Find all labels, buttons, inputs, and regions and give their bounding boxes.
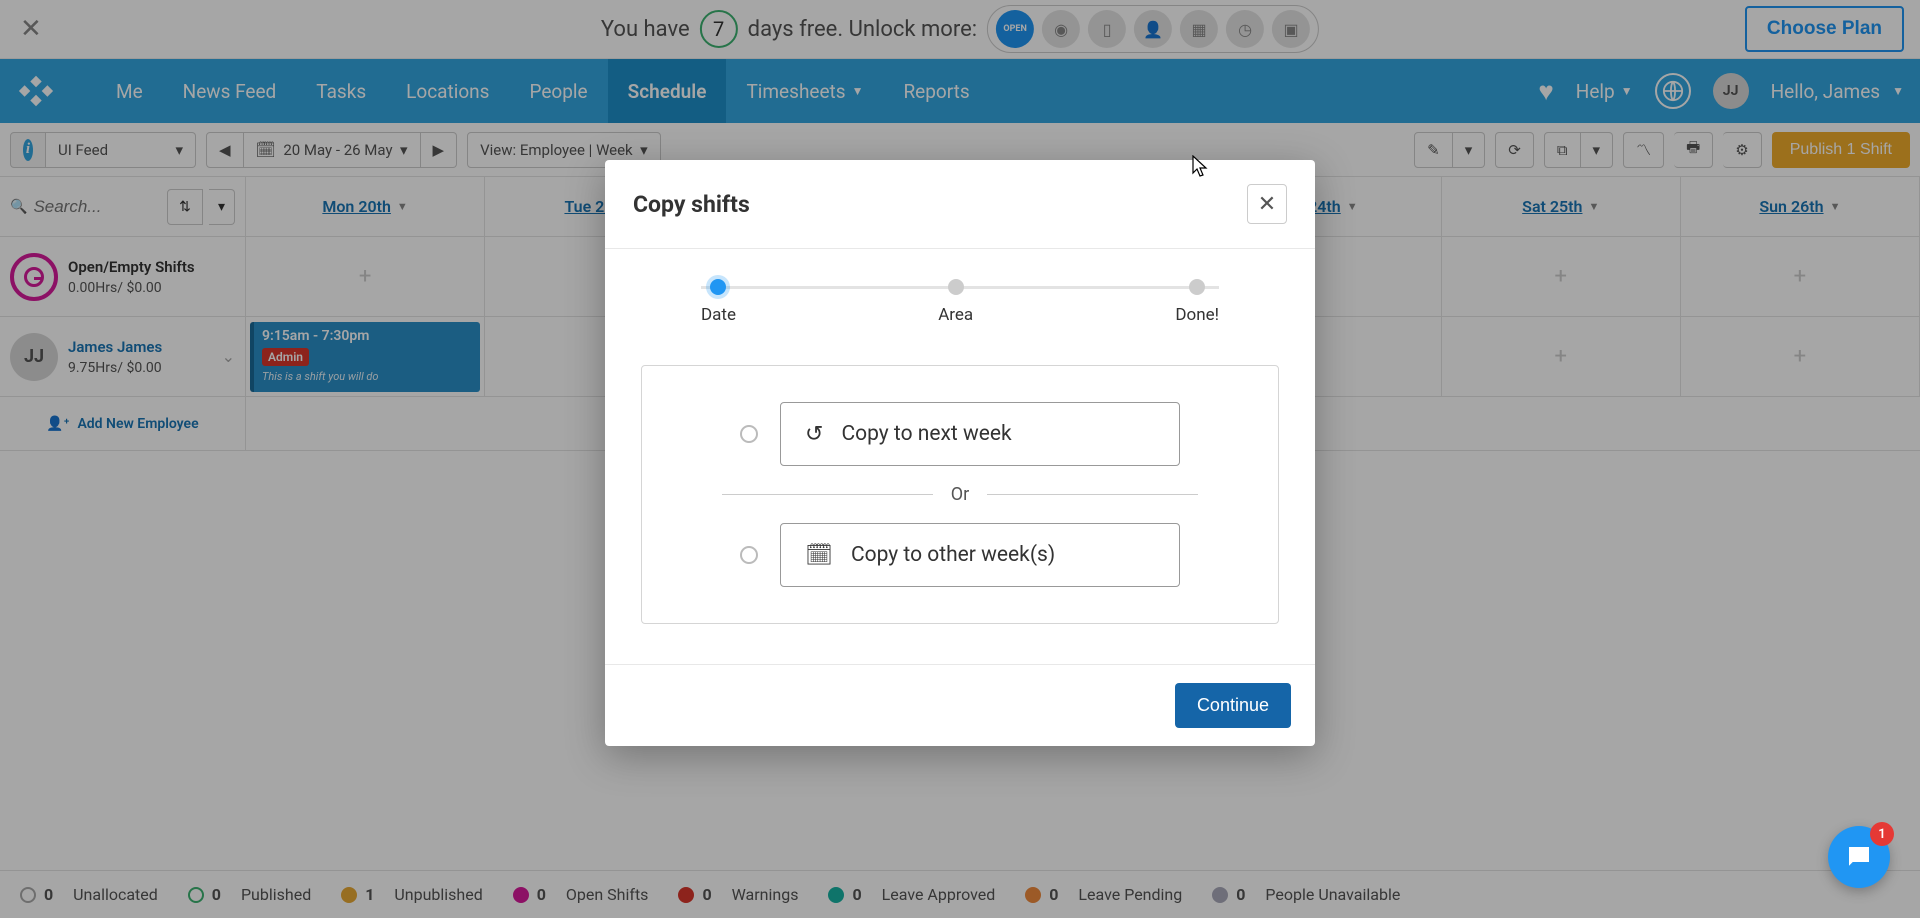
option-other-weeks-row: 🗓 Copy to other week(s) — [682, 523, 1238, 587]
modal-close-button[interactable]: ✕ — [1247, 184, 1287, 224]
modal-body: Date Area Done! ↺ Copy to next week Or 🗓… — [605, 249, 1315, 664]
calendar-icon: 🗓 — [805, 543, 833, 568]
radio-next-week[interactable] — [740, 425, 758, 443]
close-icon: ✕ — [1258, 192, 1276, 217]
copy-other-weeks-button[interactable]: 🗓 Copy to other week(s) — [780, 523, 1180, 587]
chat-button[interactable]: 1 — [1828, 826, 1890, 888]
step-done: Done! — [1175, 279, 1219, 325]
modal-header: Copy shifts ✕ — [605, 160, 1315, 249]
modal-footer: Continue — [605, 664, 1315, 746]
or-divider: Or — [722, 484, 1198, 505]
modal-title: Copy shifts — [633, 191, 750, 218]
step-area: Area — [938, 279, 973, 325]
chat-badge: 1 — [1870, 822, 1894, 846]
copy-shifts-modal: Copy shifts ✕ Date Area Done! ↺ Copy to … — [605, 160, 1315, 746]
continue-button[interactable]: Continue — [1175, 683, 1291, 728]
step-date: Date — [701, 279, 736, 325]
copy-next-week-button[interactable]: ↺ Copy to next week — [780, 402, 1180, 466]
options-container: ↺ Copy to next week Or 🗓 Copy to other w… — [641, 365, 1279, 624]
option-next-week-row: ↺ Copy to next week — [682, 402, 1238, 466]
stepper: Date Area Done! — [701, 279, 1219, 325]
radio-other-weeks[interactable] — [740, 546, 758, 564]
history-icon: ↺ — [805, 422, 823, 447]
